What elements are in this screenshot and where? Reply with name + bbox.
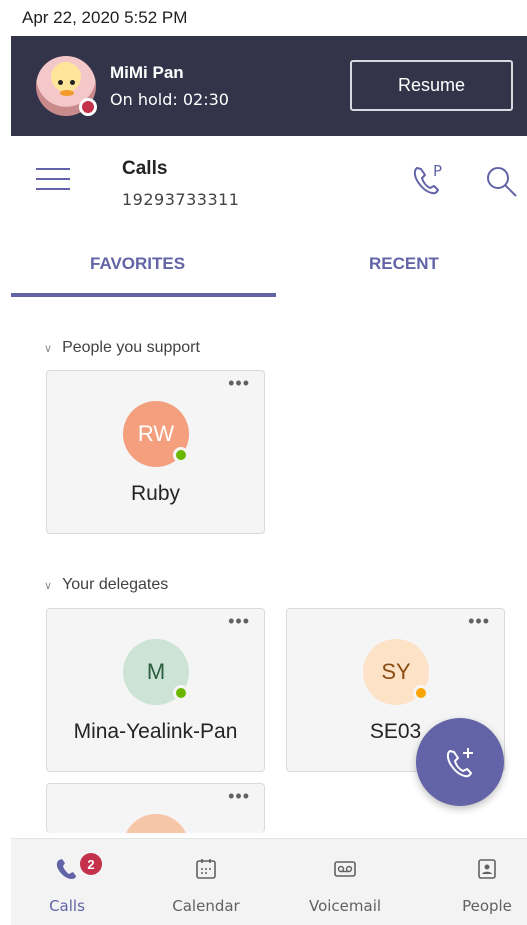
nav-calendar[interactable]: Calendar: [161, 839, 251, 925]
section-title: People you support: [62, 339, 200, 356]
contact-card-mina[interactable]: ••• M Mina-Yealink-Pan: [46, 608, 265, 772]
nav-label: Voicemail: [308, 897, 382, 915]
more-options-icon[interactable]: •••: [228, 612, 250, 630]
calendar-icon: [196, 859, 216, 879]
search-icon[interactable]: [484, 164, 520, 200]
calls-header: Calls 19293733311 P: [0, 136, 527, 224]
hold-status: On hold: 02:30: [110, 90, 229, 109]
caller-presence-dot: [79, 98, 97, 116]
resume-button[interactable]: Resume: [350, 60, 513, 111]
presence-available-dot: [173, 447, 189, 463]
new-call-button[interactable]: [416, 718, 504, 806]
caller-name: MiMi Pan: [110, 63, 184, 82]
call-park-icon[interactable]: P: [408, 160, 448, 200]
on-hold-banner[interactable]: MiMi Pan On hold: 02:30 Resume: [11, 36, 527, 136]
calls-tabs: FAVORITES RECENT: [11, 238, 527, 298]
more-options-icon[interactable]: •••: [228, 787, 250, 805]
voicemail-icon: [334, 861, 356, 877]
more-options-icon[interactable]: •••: [468, 612, 490, 630]
contact-card-partial[interactable]: •••: [46, 783, 265, 833]
contact-name: Ruby: [130, 482, 181, 505]
chevron-down-icon: ∨: [44, 343, 53, 355]
section-people-you-support[interactable]: ∨ People you support: [44, 339, 200, 357]
tab-favorites[interactable]: FAVORITES: [90, 254, 185, 274]
nav-voicemail[interactable]: Voicemail: [295, 839, 395, 925]
more-options-icon[interactable]: •••: [228, 374, 250, 392]
page-title: Calls: [122, 158, 168, 179]
avatar-initials: RW: [137, 421, 175, 446]
nav-people[interactable]: People: [447, 839, 527, 925]
presence-available-dot: [173, 685, 189, 701]
bottom-navigation: 2 Calls Calendar Voicemail People: [11, 838, 527, 925]
contact-card-ruby[interactable]: ••• RW Ruby: [46, 370, 265, 534]
avatar-initials: M: [146, 659, 166, 684]
people-icon: [478, 859, 496, 879]
tab-selected-indicator: [11, 293, 276, 297]
nav-label: Calendar: [172, 897, 240, 915]
own-phone-number: 19293733311: [122, 190, 240, 209]
hamburger-menu-icon[interactable]: [36, 166, 70, 192]
new-call-icon: [446, 748, 473, 778]
nav-calls[interactable]: 2 Calls: [37, 839, 102, 925]
presence-away-dot: [413, 685, 429, 701]
section-title: Your delegates: [62, 576, 169, 593]
calls-icon: [56, 859, 76, 879]
status-datetime: Apr 22, 2020 5:52 PM: [22, 8, 188, 27]
unread-badge: 2: [80, 853, 102, 875]
contact-name: Mina-Yealink-Pan: [73, 720, 238, 743]
nav-label: Calls: [49, 897, 85, 915]
section-your-delegates[interactable]: ∨ Your delegates: [44, 576, 168, 594]
status-bar: Apr 22, 2020 5:52 PM: [0, 0, 527, 36]
tab-recent[interactable]: RECENT: [369, 254, 439, 274]
chevron-down-icon: ∨: [44, 580, 53, 592]
nav-label: People: [462, 897, 512, 915]
avatar: [123, 814, 189, 833]
svg-text:P: P: [433, 162, 442, 180]
avatar-initials: SY: [381, 659, 411, 684]
